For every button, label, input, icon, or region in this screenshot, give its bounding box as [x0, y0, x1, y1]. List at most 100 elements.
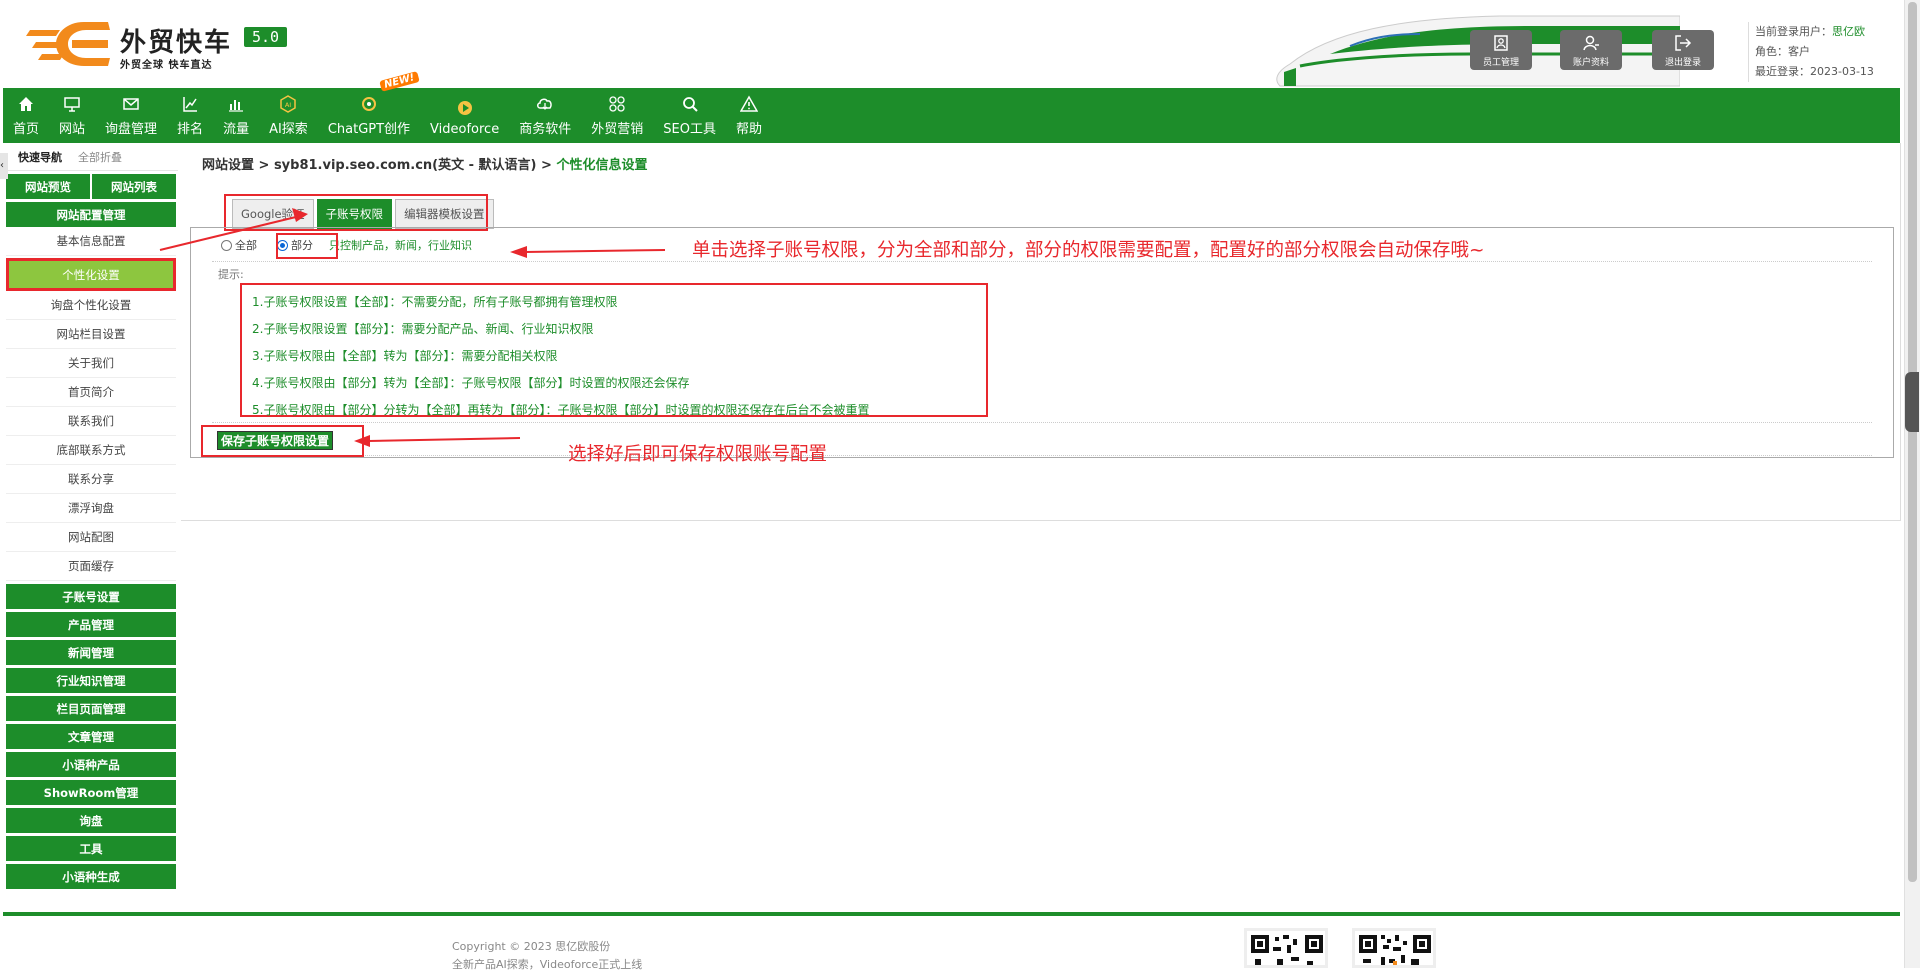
nav-videoforce-label: Videoforce [430, 122, 500, 137]
logout-button[interactable]: 退出登录 [1652, 30, 1714, 70]
last-login-label: 最近登录： [1755, 65, 1810, 78]
tip-line-2: 2.子账号权限设置【部分】：需要分配产品、新闻、行业知识权限 [252, 322, 594, 336]
copyright: Copyright © 2023 思亿欧股份 [452, 940, 611, 953]
sidebar-item-personalization[interactable]: 个性化设置 [6, 258, 176, 291]
sidebar-item-footer-contact[interactable]: 底部联系方式 [6, 436, 176, 465]
nav-ranking-label: 排名 [177, 122, 204, 137]
floating-side-tab[interactable] [1905, 372, 1919, 432]
warning-icon [739, 95, 758, 112]
nav-marketing-label: 外贸营销 [591, 122, 644, 137]
main-nav: 首页 网站 询盘管理 排名 流量 AI AI探索 NEW! ChatGPT创作 … [3, 71, 1900, 143]
sidebar-item-contact-us[interactable]: 联系我们 [6, 407, 176, 436]
nav-ai[interactable]: AI AI探索 [259, 88, 318, 143]
nav-software[interactable]: 商务软件 [509, 88, 581, 143]
nav-home-label: 首页 [13, 122, 40, 137]
ranking-icon [183, 97, 198, 112]
monitor-icon [64, 97, 80, 112]
logout-label: 退出登录 [1664, 57, 1701, 68]
sidebar-group-minor-lang-gen[interactable]: 小语种生成 [6, 864, 176, 889]
nav-seo[interactable]: SEO工具 [653, 88, 726, 143]
staff-icon [1494, 34, 1508, 51]
logout-icon [1675, 34, 1692, 51]
staff-management-button[interactable]: 员工管理 [1470, 30, 1532, 70]
sidebar-group-site-config[interactable]: 网站配置管理 [6, 202, 176, 227]
footer-divider [3, 912, 1900, 916]
marketing-icon [609, 96, 625, 112]
radio-all[interactable]: 全部 [221, 237, 257, 253]
nav-home[interactable]: 首页 [3, 88, 49, 143]
sidebar-item-inquiry-personalization[interactable]: 询盘个性化设置 [6, 291, 176, 320]
account-info-button[interactable]: 账户资料 [1560, 30, 1622, 70]
nav-help-label: 帮助 [735, 122, 762, 137]
sidebar-group-articles[interactable]: 文章管理 [6, 724, 176, 749]
scrollbar-thumb[interactable] [1908, 2, 1917, 882]
sidebar-group-inquiry[interactable]: 询盘 [6, 808, 176, 833]
sidebar-item-floating-inquiry[interactable]: 漂浮询盘 [6, 494, 176, 523]
nav-website[interactable]: 网站 [49, 88, 95, 143]
videoforce-icon [457, 101, 472, 115]
nav-inquiry-label: 询盘管理 [105, 122, 158, 137]
account-icon [1583, 35, 1599, 50]
sidebar-item-page-cache[interactable]: 页面缓存 [6, 552, 176, 581]
sidebar-item-basic-info[interactable]: 基本信息配置 [6, 227, 176, 256]
tip-label: 提示: [218, 268, 244, 281]
footer-news[interactable]: 全新产品AI探索，Videoforce正式上线 [452, 956, 642, 974]
permission-hint: 只控制产品，新闻，行业知识 [329, 239, 472, 252]
permission-radio-group: 全部 部分 只控制产品，新闻，行业知识 [221, 237, 472, 253]
role-label: 角色： [1755, 45, 1788, 58]
tip-line-1: 1.子账号权限设置【全部】：不需要分配，所有子账号都拥有管理权限 [252, 295, 618, 309]
sidebar-group-subaccount[interactable]: 子账号设置 [6, 584, 176, 609]
bar-chart-icon [229, 100, 244, 112]
collapse-all-link[interactable]: 全部折叠 [78, 149, 122, 165]
svg-text:AI: AI [285, 101, 291, 109]
radio-all-label: 全部 [235, 239, 257, 252]
sidebar-item-contact-share[interactable]: 联系分享 [6, 465, 176, 494]
qr-pattern [1251, 935, 1323, 965]
sidebar-item-site-columns[interactable]: 网站栏目设置 [6, 320, 176, 349]
nav-chatgpt[interactable]: NEW! ChatGPT创作 [318, 71, 420, 143]
divider [212, 422, 1872, 423]
nav-marketing[interactable]: 外贸营销 [581, 88, 653, 143]
site-preview-button[interactable]: 网站预览 [6, 174, 90, 199]
nav-seo-label: SEO工具 [663, 122, 716, 137]
quick-nav-bar: 快速导航 全部折叠 [0, 143, 178, 171]
sidebar-group-products[interactable]: 产品管理 [6, 612, 176, 637]
nav-videoforce[interactable]: Videoforce [420, 88, 509, 143]
sidebar-item-home-intro[interactable]: 首页简介 [6, 378, 176, 407]
nav-software-label: 商务软件 [519, 122, 572, 137]
vertical-scrollbar[interactable] [1904, 0, 1920, 968]
site-list-button[interactable]: 网站列表 [92, 174, 176, 199]
breadcrumb-path[interactable]: 网站设置 > syb81.vip.seo.com.cn(英文 - 默认语言) > [202, 158, 556, 173]
nav-website-label: 网站 [59, 122, 86, 137]
sidebar-group-showroom[interactable]: ShowRoom管理 [6, 780, 176, 805]
nav-help[interactable]: 帮助 [726, 88, 772, 143]
qr-code-image [1244, 928, 1328, 968]
save-permission-button[interactable]: 保存子账号权限设置 [217, 431, 334, 450]
search-icon [682, 97, 698, 112]
quick-nav-tab[interactable]: 快速导航 [18, 149, 62, 165]
sidebar-collapse-toggle[interactable]: ‹ [0, 153, 8, 179]
sidebar-group-tools[interactable]: 工具 [6, 836, 176, 861]
tip-line-3: 3.子账号权限由【全部】转为【部分】：需要分配相关权限 [252, 349, 558, 363]
user-info: 当前登录用户：思亿欧 角色：客户 最近登录：2023-03-13 [1748, 22, 1874, 82]
sidebar-group-news[interactable]: 新闻管理 [6, 640, 176, 665]
current-user-label: 当前登录用户： [1755, 25, 1832, 38]
nav-ranking[interactable]: 排名 [167, 88, 213, 143]
nav-inquiry[interactable]: 询盘管理 [95, 88, 167, 143]
sidebar: ‹ 快速导航 全部折叠 网站预览 网站列表 网站配置管理 基本信息配置 个性化设… [0, 143, 178, 889]
nav-traffic[interactable]: 流量 [213, 88, 259, 143]
radio-all-circle[interactable] [221, 239, 232, 251]
radio-annotation: 单击选择子账号权限，分为全部和部分，部分的权限需要配置，配置好的部分权限会自动保… [692, 240, 1485, 261]
tips-box: 1.子账号权限设置【全部】：不需要分配，所有子账号都拥有管理权限 2.子账号权限… [240, 283, 988, 417]
sidebar-group-minor-lang-products[interactable]: 小语种产品 [6, 752, 176, 777]
header: 外贸快车 5.0 外贸全球 快车直达 员工管理 账户资料 退出登录 当前登录用户… [0, 0, 1900, 88]
sidebar-item-site-images[interactable]: 网站配图 [6, 523, 176, 552]
sidebar-group-column-pages[interactable]: 栏目页面管理 [6, 696, 176, 721]
current-user-name[interactable]: 思亿欧 [1832, 25, 1865, 38]
current-user-row: 当前登录用户：思亿欧 [1755, 22, 1874, 42]
sidebar-group-industry[interactable]: 行业知识管理 [6, 668, 176, 693]
tabs-highlight-box [224, 194, 488, 231]
sidebar-item-about-us[interactable]: 关于我们 [6, 349, 176, 378]
last-login-row: 最近登录：2023-03-13 [1755, 62, 1874, 82]
role-value: 客户 [1788, 45, 1810, 58]
